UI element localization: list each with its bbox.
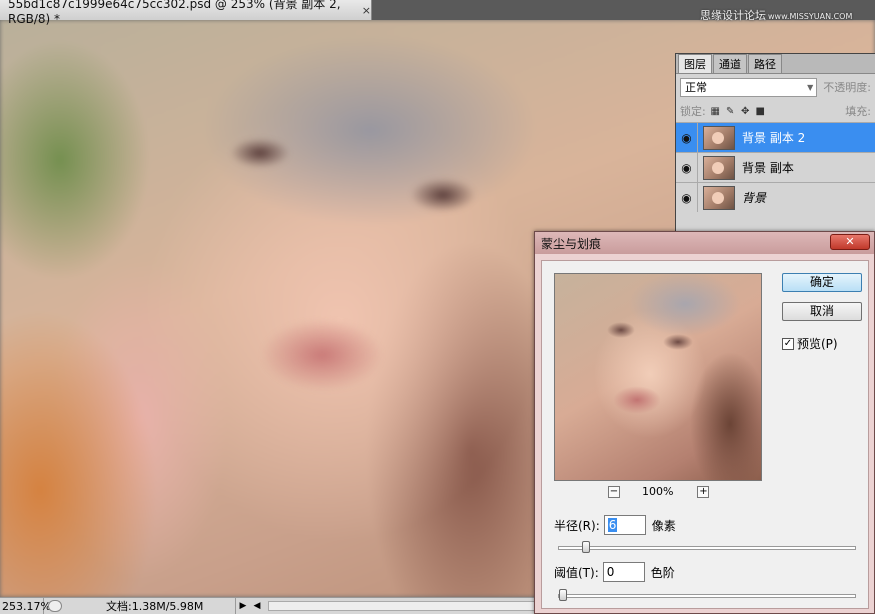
tab-channels[interactable]: 通道 (713, 54, 747, 73)
threshold-input[interactable]: 0 (602, 562, 645, 582)
watermark: 思缘设计论坛 www.MISSYUAN.COM (700, 7, 852, 23)
preview-lips-shape (613, 386, 661, 414)
filter-preview-image[interactable] (554, 273, 762, 481)
layer-name: 背景 (742, 191, 767, 205)
layer-row[interactable]: ◉ 背景 副本 (676, 152, 875, 182)
eye-left-shape (230, 138, 290, 168)
play-arrow-icon[interactable]: ▶ (236, 601, 250, 611)
tab-layers[interactable]: 图层 (678, 54, 712, 73)
layer-row[interactable]: ◉ 背景 副本 2 (676, 122, 875, 152)
layer-thumbnail (703, 125, 735, 150)
blend-row: 正常 ▼ 不透明度: (676, 74, 875, 100)
lock-transparency-icon[interactable]: ▦ (710, 106, 721, 117)
preview-eye-left-shape (607, 322, 635, 338)
watermark-url: www.MISSYUAN.COM (768, 12, 853, 21)
threshold-slider-thumb[interactable] (559, 589, 567, 601)
fill-label: 填充: (845, 105, 871, 118)
layer-thumbnail (703, 155, 735, 180)
eye-icon[interactable]: ◉ (676, 123, 698, 152)
blend-mode-select[interactable]: 正常 ▼ (680, 77, 818, 97)
lock-paint-icon[interactable]: ✎ (725, 106, 736, 117)
horizontal-scrollbar[interactable] (268, 601, 536, 611)
eye-right-shape (410, 178, 476, 212)
ok-button[interactable]: 确定 (782, 273, 862, 292)
threshold-row: 阈值(T): 0 色阶 (554, 562, 675, 582)
radius-slider-thumb[interactable] (582, 541, 591, 553)
eye-icon[interactable]: ◉ (676, 183, 698, 212)
opacity-label: 不透明度: (823, 81, 871, 94)
radius-input[interactable]: 6 (603, 515, 646, 535)
radius-row: 半径(R): 6 像素 (554, 515, 676, 535)
close-icon[interactable]: × (362, 4, 371, 17)
layer-name: 背景 副本 2 (742, 131, 806, 145)
radius-label: 半径(R): (554, 518, 600, 533)
dialog-title-bar[interactable]: 蒙尘与划痕 (535, 232, 874, 254)
radius-value: 6 (607, 518, 618, 532)
lock-all-icon[interactable]: ■ (755, 106, 766, 117)
threshold-slider[interactable] (558, 589, 856, 601)
lock-label: 锁定: (680, 105, 706, 118)
preview-checkbox-row[interactable]: ✓ 预览(P) (782, 335, 838, 352)
zoom-in-button[interactable]: + (697, 485, 710, 498)
dust-and-scratches-dialog: 蒙尘与划痕 ✕ − 100% + 确定 取消 ✓ 预览(P) 半径(R): 6 (534, 231, 875, 614)
zoom-out-button[interactable]: − (608, 485, 620, 498)
layers-panel-tabs: 图层 通道 路径 (676, 54, 875, 74)
preview-label: 预览(P) (797, 337, 838, 351)
zoom-navigator-icon[interactable] (48, 600, 62, 612)
radius-slider[interactable] (558, 541, 856, 553)
lock-row: 锁定: ▦ ✎ ✥ ■ 填充: (676, 100, 875, 122)
document-tab-title: 55bd1c87c1999e64c75cc302.psd @ 253% (背景 … (8, 0, 341, 26)
scroll-left-icon[interactable]: ◀ (250, 601, 264, 611)
layer-name: 背景 副本 (742, 161, 794, 175)
lips-shape (262, 320, 382, 390)
layers-panel: 图层 通道 路径 正常 ▼ 不透明度: 锁定: ▦ ✎ ✥ ■ 填充: ◉ 背景… (675, 53, 875, 236)
preview-zoom-value: 100% (642, 485, 674, 498)
chevron-down-icon: ▼ (807, 82, 814, 92)
cancel-button[interactable]: 取消 (782, 302, 862, 321)
document-size-info: 文档:1.38M/5.98M (66, 598, 236, 614)
layer-row[interactable]: ◉ 背景 (676, 182, 875, 212)
preview-zoom-controls: − 100% + (608, 485, 710, 498)
document-tab[interactable]: 55bd1c87c1999e64c75cc302.psd @ 253% (背景 … (0, 0, 372, 26)
threshold-label: 阈值(T): (554, 565, 599, 580)
radius-unit: 像素 (651, 518, 676, 533)
photoshop-workspace: 55bd1c87c1999e64c75cc302.psd @ 253% (背景 … (0, 0, 875, 614)
blend-mode-value: 正常 (685, 81, 707, 94)
eye-icon[interactable]: ◉ (676, 153, 698, 182)
dialog-body: − 100% + 确定 取消 ✓ 预览(P) 半径(R): 6 像素 阈值(T)… (541, 260, 869, 609)
zoom-field[interactable]: 253.17% (0, 598, 51, 614)
lock-position-icon[interactable]: ✥ (740, 106, 751, 117)
dialog-title: 蒙尘与划痕 (541, 236, 602, 251)
layer-thumbnail (703, 185, 735, 210)
close-icon[interactable]: ✕ (830, 234, 870, 250)
watermark-text: 思缘设计论坛 (700, 9, 766, 22)
threshold-unit: 色阶 (650, 565, 675, 580)
tab-paths[interactable]: 路径 (748, 54, 782, 73)
status-bar: 253.17% 文档:1.38M/5.98M ▶ ◀ (0, 597, 540, 614)
preview-checkbox[interactable]: ✓ (782, 337, 794, 350)
preview-eye-right-shape (663, 334, 693, 350)
